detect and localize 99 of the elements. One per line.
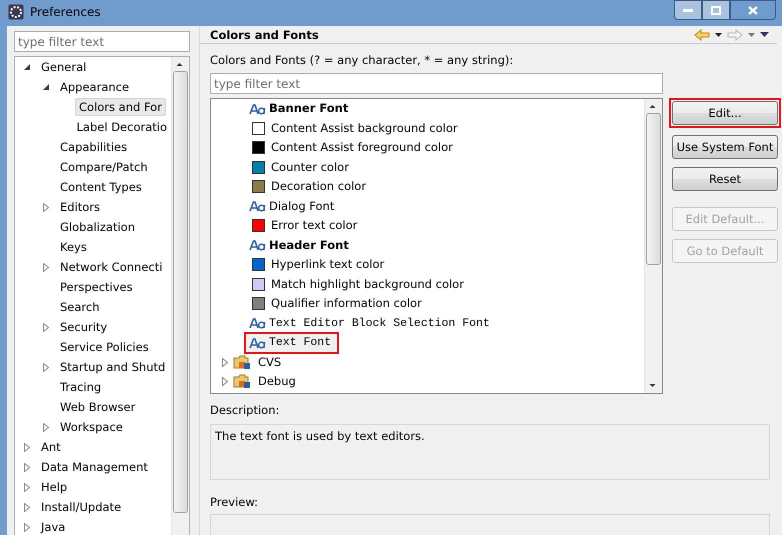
maximize-icon (711, 6, 721, 14)
forward-arrow-icon[interactable] (727, 28, 743, 40)
collapsed-arrow-icon[interactable] (23, 442, 31, 452)
list-row[interactable]: Text Font (244, 332, 340, 354)
tree-item[interactable]: Keys (56, 238, 91, 256)
tree-item[interactable]: Globalization (56, 218, 139, 236)
list-item[interactable]: Hyperlink text color (268, 257, 388, 272)
collapsed-arrow-icon[interactable] (23, 522, 31, 532)
list-item[interactable]: Header Font (266, 238, 352, 253)
list-item[interactable]: Match highlight background color (268, 276, 467, 292)
tree-item[interactable]: Search (56, 298, 104, 316)
font-icon (249, 336, 266, 349)
minimize-button[interactable] (674, 0, 702, 20)
expanded-arrow-icon[interactable] (23, 63, 31, 71)
close-button[interactable] (730, 0, 776, 20)
window-title: Preferences (30, 4, 101, 21)
collapsed-arrow-icon[interactable] (23, 462, 31, 472)
tree-item[interactable]: Editors (56, 198, 104, 216)
list-row[interactable]: Error text color (244, 214, 366, 237)
action-button[interactable]: Use System Font (672, 135, 778, 159)
collapsed-arrow-icon[interactable] (42, 202, 50, 212)
dropdown-icon[interactable] (715, 32, 722, 36)
tree-item[interactable]: Help (37, 478, 72, 496)
collapsed-arrow-icon[interactable] (23, 502, 31, 512)
tree-item[interactable]: Install/Update (37, 498, 126, 516)
list-item[interactable]: Decoration color (268, 179, 370, 194)
tree-item[interactable]: Startup and Shutd (56, 358, 170, 376)
collapsed-arrow-icon[interactable] (42, 422, 50, 432)
list-item[interactable]: Debug (255, 374, 299, 390)
page-title: Colors and Fonts (210, 28, 319, 42)
collapsed-arrow-icon[interactable] (42, 262, 50, 272)
scroll-thumb[interactable] (173, 71, 188, 513)
list-row[interactable]: Content Assist foreground color (244, 136, 461, 159)
list-item[interactable]: Text Editor Block Selection Font (266, 316, 493, 331)
collapsed-arrow-icon[interactable] (42, 322, 50, 332)
tree-item[interactable]: Workspace (56, 418, 127, 436)
tree-item[interactable]: Appearance (56, 78, 134, 96)
collapsed-arrow-icon[interactable] (221, 377, 229, 386)
tree-item[interactable]: Service Policies (56, 338, 153, 356)
folder-icon (233, 374, 251, 390)
tree-item[interactable]: General (37, 58, 90, 76)
font-icon (249, 200, 266, 212)
tree-item[interactable]: Compare/Patch (56, 158, 152, 176)
tree-item[interactable]: Tracing (56, 378, 106, 396)
scrollbar[interactable] (644, 99, 662, 393)
list-row[interactable]: Counter color (244, 156, 357, 178)
list-row[interactable]: Match highlight background color (244, 273, 472, 296)
tree-item[interactable]: Capabilities (56, 138, 132, 156)
list-item[interactable]: Text Font (266, 335, 334, 350)
collapsed-arrow-icon[interactable] (42, 362, 50, 372)
list-item[interactable]: Banner Font (266, 101, 352, 116)
tree-item[interactable]: Security (56, 318, 112, 336)
font-icon (249, 239, 266, 252)
list-row[interactable]: Banner Font (244, 99, 356, 120)
font-icon (249, 102, 266, 115)
tree-item[interactable]: Content Types (56, 178, 146, 196)
list-row[interactable]: Header Font (244, 234, 357, 256)
list-row[interactable]: Text Editor Block Selection Font (244, 312, 498, 334)
list-row[interactable]: Decoration color (244, 176, 374, 198)
tree-item[interactable]: Java (37, 518, 70, 535)
list-item[interactable]: Content Assist background color (268, 120, 461, 136)
action-button[interactable]: Edit... (672, 101, 778, 125)
close-icon (748, 6, 758, 14)
scrollbar[interactable] (171, 57, 189, 535)
maximize-button[interactable] (702, 0, 730, 20)
list-row[interactable]: Content Assist background color (244, 117, 466, 140)
folder-icon (233, 354, 251, 370)
minimize-icon (683, 8, 693, 12)
tree-item[interactable]: Colors and For (75, 98, 166, 116)
tree-item[interactable]: Network Connecti (56, 258, 166, 276)
action-button[interactable]: Reset (672, 167, 778, 191)
tree-item[interactable]: Label Decoratio (72, 118, 171, 136)
collapsed-arrow-icon[interactable] (23, 482, 31, 492)
tree-item[interactable]: Web Browser (56, 398, 140, 416)
back-arrow-icon[interactable] (694, 28, 710, 40)
preview-label: Preview: (210, 494, 260, 510)
filter-field[interactable]: type filter text (210, 73, 663, 94)
menu-icon[interactable] (760, 32, 769, 37)
gear-icon (8, 4, 24, 20)
description-label: Description: (210, 402, 280, 418)
list-row[interactable]: Hyperlink text color (244, 254, 392, 276)
tree-item[interactable]: Data Management (37, 458, 152, 476)
list-item[interactable]: Content Assist foreground color (268, 140, 456, 156)
filter-label: Colors and Fonts (? = any character, * = any string): (210, 52, 514, 68)
scroll-thumb[interactable] (646, 113, 661, 265)
tree-item[interactable]: Perspectives (56, 278, 137, 296)
expanded-arrow-icon[interactable] (42, 83, 50, 91)
font-icon (249, 317, 266, 330)
list-item[interactable]: Qualifier information color (268, 296, 425, 312)
description-text: The text font is used by text editors. (215, 429, 425, 443)
list-item[interactable]: Dialog Font (266, 198, 338, 214)
list-row[interactable]: Dialog Font (244, 195, 342, 218)
collapsed-arrow-icon[interactable] (221, 358, 229, 367)
list-item[interactable]: Counter color (268, 160, 352, 175)
tree-item[interactable]: Ant (37, 438, 65, 456)
list-item[interactable]: CVS (255, 354, 284, 370)
list-item[interactable]: Error text color (268, 218, 360, 234)
list-row[interactable]: Qualifier information color (244, 292, 430, 315)
filter-field[interactable]: type filter text (14, 31, 190, 52)
